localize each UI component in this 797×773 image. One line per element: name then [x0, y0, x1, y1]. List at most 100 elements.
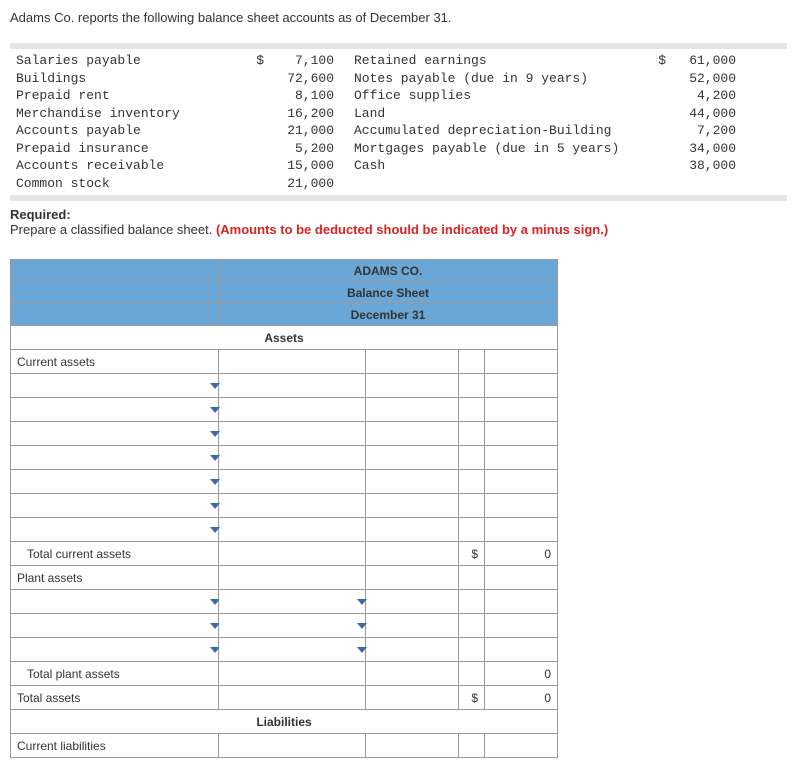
acct-val: 21,000 [264, 122, 334, 140]
acct-val: 7,200 [666, 122, 736, 140]
blank-cell [485, 590, 558, 614]
accounts-table: Salaries payable$7,100Retained earnings$… [10, 52, 787, 192]
acct-val: 8,100 [264, 87, 334, 105]
acct-val: 4,200 [666, 87, 736, 105]
blank-cell [459, 398, 485, 422]
acct-label: Accounts receivable [16, 157, 246, 175]
account-dropdown[interactable] [11, 590, 219, 614]
company-hdr: ADAMS CO. [219, 260, 558, 282]
amount-dropdown[interactable] [219, 590, 366, 614]
account-dropdown[interactable] [11, 614, 219, 638]
acct-val: 52,000 [666, 70, 736, 88]
blank-cell [485, 734, 558, 758]
blank-hdr [11, 282, 219, 304]
blank-hdr [11, 304, 219, 326]
blank-cell [366, 566, 459, 590]
account-dropdown[interactable] [11, 446, 219, 470]
blank-cell [485, 566, 558, 590]
acct-curr [644, 122, 666, 140]
amount-input[interactable] [366, 422, 459, 446]
account-dropdown[interactable] [11, 494, 219, 518]
currency-symbol: $ [459, 686, 485, 710]
acct-label: Buildings [16, 70, 246, 88]
account-dropdown[interactable] [11, 518, 219, 542]
acct-label: Accounts payable [16, 122, 246, 140]
blank-cell [485, 638, 558, 662]
required-block: Required: Prepare a classified balance s… [10, 207, 787, 237]
amount-dropdown[interactable] [219, 614, 366, 638]
blank-cell [459, 374, 485, 398]
acct-label: Salaries payable [16, 52, 246, 70]
blank-cell [459, 662, 485, 686]
required-label: Required: [10, 207, 787, 222]
divider-bar [10, 43, 787, 49]
acct-label: Cash [354, 157, 644, 175]
acct-curr: $ [246, 52, 264, 70]
assets-section-hdr: Assets [11, 326, 558, 350]
account-dropdown[interactable] [11, 422, 219, 446]
blank-cell [485, 518, 558, 542]
current-assets-label: Current assets [11, 350, 219, 374]
acct-curr [246, 87, 264, 105]
blank-cell [366, 662, 459, 686]
blank-cell [366, 542, 459, 566]
blank-cell [485, 614, 558, 638]
acct-val: 5,200 [264, 140, 334, 158]
amount-input[interactable] [366, 614, 459, 638]
acct-val: 38,000 [666, 157, 736, 175]
amount-dropdown[interactable] [219, 638, 366, 662]
required-note: (Amounts to be deducted should be indica… [216, 222, 608, 237]
current-liabilities-label: Current liabilities [11, 734, 219, 758]
blank-cell [219, 542, 366, 566]
blank-cell [219, 518, 366, 542]
amount-input[interactable] [366, 374, 459, 398]
blank-cell [485, 350, 558, 374]
acct-curr [644, 105, 666, 123]
acct-label: Accumulated depreciation-Building [354, 122, 644, 140]
blank-cell [485, 470, 558, 494]
account-dropdown[interactable] [11, 638, 219, 662]
total-assets-value: 0 [485, 686, 558, 710]
amount-input[interactable] [366, 518, 459, 542]
intro-text: Adams Co. reports the following balance … [10, 10, 787, 25]
blank-cell [459, 614, 485, 638]
acct-curr [246, 70, 264, 88]
amount-input[interactable] [366, 446, 459, 470]
blank-cell [459, 494, 485, 518]
blank-cell [219, 566, 366, 590]
blank-cell [459, 518, 485, 542]
total-plant-assets-value: 0 [485, 662, 558, 686]
account-dropdown[interactable] [11, 398, 219, 422]
amount-input[interactable] [366, 638, 459, 662]
plant-assets-label: Plant assets [11, 566, 219, 590]
blank-cell [219, 374, 366, 398]
blank-cell [219, 398, 366, 422]
blank-cell [485, 446, 558, 470]
acct-curr [644, 70, 666, 88]
acct-curr [246, 122, 264, 140]
acct-label: Notes payable (due in 9 years) [354, 70, 644, 88]
blank-cell [219, 662, 366, 686]
blank-cell [366, 734, 459, 758]
account-dropdown[interactable] [11, 374, 219, 398]
acct-label: Office supplies [354, 87, 644, 105]
amount-input[interactable] [366, 590, 459, 614]
blank-cell [485, 374, 558, 398]
acct-curr [246, 157, 264, 175]
amount-input[interactable] [366, 398, 459, 422]
acct-curr [246, 140, 264, 158]
amount-input[interactable] [366, 494, 459, 518]
blank-hdr [11, 260, 219, 282]
amount-input[interactable] [366, 470, 459, 494]
account-dropdown[interactable] [11, 470, 219, 494]
acct-val: 7,100 [264, 52, 334, 70]
blank-cell [219, 686, 366, 710]
blank-cell [459, 470, 485, 494]
blank-cell [485, 494, 558, 518]
blank-cell [459, 734, 485, 758]
blank-cell [459, 350, 485, 374]
liabilities-section-hdr: Liabilities [11, 710, 558, 734]
blank-cell [366, 350, 459, 374]
blank-cell [459, 590, 485, 614]
acct-curr: $ [644, 52, 666, 70]
